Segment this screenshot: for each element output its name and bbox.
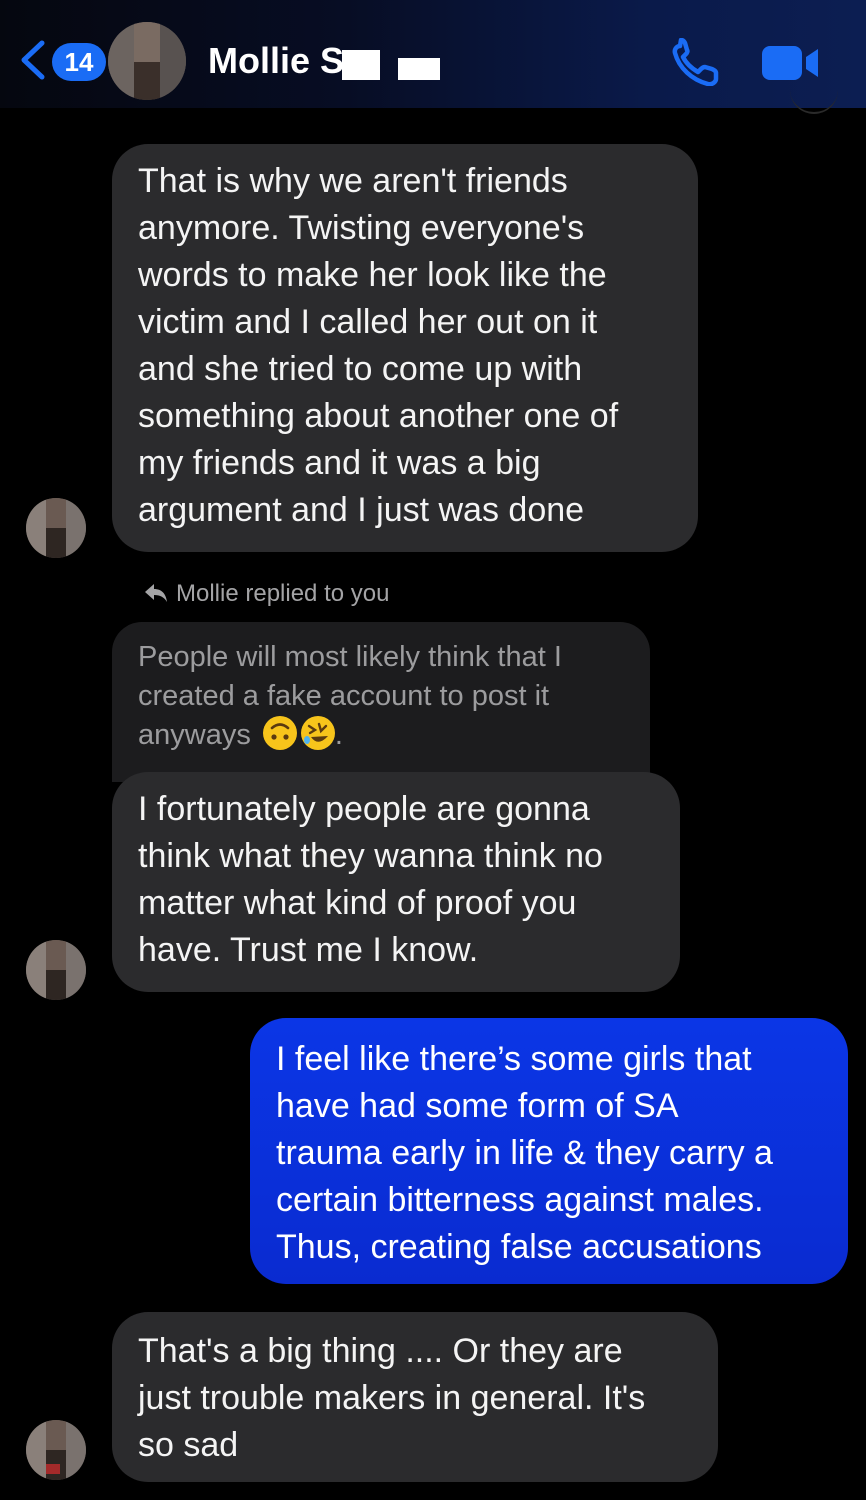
chat-header: 14 Mollie S [0, 0, 866, 114]
incoming-message[interactable]: That's a big thing .... Or they are just… [112, 1312, 718, 1482]
phone-icon [672, 37, 719, 87]
incoming-message[interactable]: I fortunately people are gonna think wha… [112, 772, 680, 992]
quoted-message[interactable]: People will most likely think that I cre… [112, 622, 650, 782]
sender-avatar[interactable] [26, 940, 86, 1000]
redaction-block [398, 58, 440, 80]
contact-name[interactable]: Mollie S [208, 40, 344, 82]
back-button[interactable]: 14 [16, 36, 106, 86]
upside-down-face-emoji-icon [262, 716, 297, 750]
video-call-button[interactable] [760, 40, 822, 86]
sender-avatar[interactable] [26, 1420, 86, 1480]
video-camera-icon [762, 46, 818, 80]
unread-count-badge: 14 [52, 43, 106, 81]
quoted-text: People will most likely think that I cre… [138, 641, 562, 751]
sender-avatar[interactable] [26, 498, 86, 558]
reply-arrow-icon [145, 584, 167, 602]
outgoing-message[interactable]: I feel like there’s some girls that have… [250, 1018, 848, 1284]
rolling-laughing-emoji-icon [300, 716, 335, 750]
reply-label-text: Mollie replied to you [176, 580, 390, 607]
chevron-left-icon [21, 40, 45, 80]
quoted-trailing-text: . [334, 719, 343, 751]
previous-bubble-edge [790, 88, 838, 114]
incoming-message[interactable]: That is why we aren't friends anymore. T… [112, 144, 698, 552]
contact-avatar[interactable] [108, 22, 186, 100]
call-button[interactable] [668, 37, 722, 87]
redaction-block [342, 50, 380, 80]
reply-indicator: Mollie replied to you [144, 580, 389, 608]
